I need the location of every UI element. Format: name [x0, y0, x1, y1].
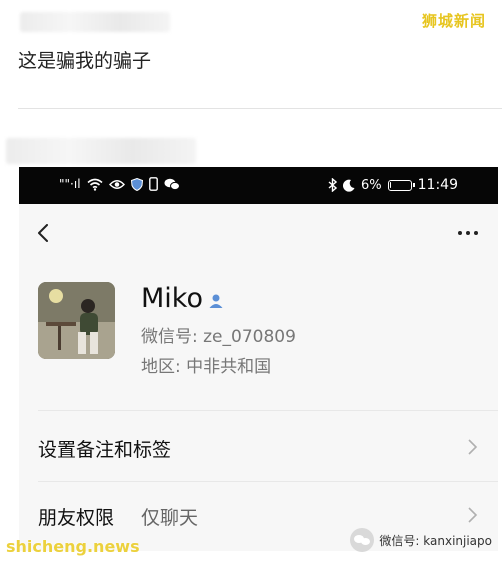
- wechat-chat-icon: [164, 178, 180, 190]
- back-arrow-icon[interactable]: [35, 224, 53, 242]
- contact-profile-screenshot: ""·ıl 6% 11:49 Miko 微信号: ze_070809 地区: 中…: [19, 167, 498, 551]
- top-nav: [19, 204, 498, 264]
- signal-icon: ""·ıl: [59, 177, 81, 191]
- post-text: 这是骗我的骗子: [18, 50, 152, 72]
- more-dot: [466, 231, 470, 235]
- battery-level: [389, 181, 391, 188]
- region: 地区: 中非共和国: [141, 357, 272, 377]
- person-gender-icon: [209, 294, 223, 308]
- news-watermark-top: 狮城新闻: [422, 12, 487, 30]
- profile-name: Miko: [141, 283, 203, 314]
- shield-icon: [130, 177, 143, 191]
- status-bar: ""·ıl 6% 11:49: [19, 167, 498, 204]
- avatar[interactable]: [38, 282, 115, 359]
- wechat-account-text: 微信号: kanxinjiapo: [379, 533, 492, 548]
- avatar-photo: [38, 282, 115, 359]
- battery-icon: [387, 179, 415, 191]
- more-dot: [458, 231, 462, 235]
- status-right-icons: 6% 11:49: [328, 177, 458, 193]
- status-time: 11:49: [417, 177, 458, 193]
- row-divider: [38, 481, 498, 482]
- battery-percent: 6%: [361, 177, 382, 193]
- blurred-username: [20, 12, 170, 32]
- chevron-right-icon: [468, 507, 478, 523]
- friend-permission-label: 朋友权限: [38, 507, 115, 529]
- status-left-icons: ""·ıl: [59, 177, 180, 191]
- blurred-caption: [6, 138, 196, 164]
- friend-permission-value: 仅聊天: [141, 507, 199, 529]
- chevron-right-icon: [468, 439, 478, 455]
- phone-device-icon: [148, 177, 158, 191]
- more-options-icon[interactable]: [458, 231, 478, 235]
- more-dot: [474, 231, 478, 235]
- wechat-account-watermark: 微信号: kanxinjiapo: [350, 528, 492, 552]
- site-watermark: shicheng.news: [6, 537, 140, 556]
- wechat-logo-icon: [350, 528, 375, 552]
- bluetooth-icon: [328, 178, 338, 192]
- moon-icon: [343, 179, 355, 192]
- wechat-id: 微信号: ze_070809: [141, 327, 296, 347]
- eye-icon: [108, 179, 125, 189]
- post-divider: [18, 108, 502, 109]
- section-divider: [38, 410, 498, 411]
- remark-and-tags-row[interactable]: 设置备注和标签: [19, 419, 498, 475]
- wifi-icon: [87, 178, 103, 191]
- remark-and-tags-label: 设置备注和标签: [38, 439, 172, 461]
